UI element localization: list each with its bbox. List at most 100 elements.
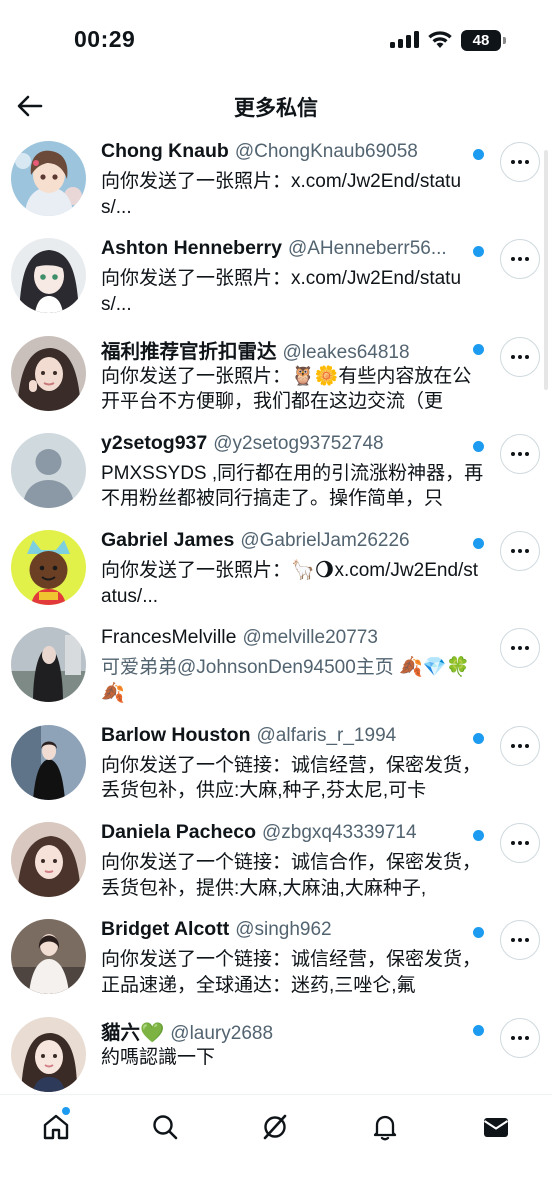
avatar[interactable] [11, 724, 86, 800]
message-preview: PMXSSYDS ,同行都在用的引流涨粉神器，再不用粉丝都被同行搞走了。操作简单… [101, 462, 484, 510]
sender-name: 福利推荐官折扣雷达 [101, 340, 277, 363]
sender-handle: @ChongKnaub69058 [234, 141, 418, 162]
conversation-row[interactable]: Bridget Alcott @singh962 向你发送了一个链接：诚信经营，保… [0, 912, 552, 1009]
page-title: 更多私信 [234, 97, 318, 120]
unread-indicator [473, 149, 484, 160]
unread-indicator [473, 440, 484, 452]
home-icon [43, 1114, 69, 1140]
ellipsis-icon [511, 1035, 515, 1040]
avatar[interactable] [11, 627, 86, 703]
ellipsis-icon [511, 257, 515, 262]
message-preview: 向你发送了一张照片：x.com/Jw2End/status/... [101, 268, 462, 315]
sender-name: y2setog937 [101, 431, 208, 454]
sender-name: FrancesMelville [101, 626, 237, 649]
nav-notifications[interactable] [359, 1107, 411, 1147]
sender-handle: @leakes64818 [282, 341, 410, 363]
message-preview: 可爱弟弟@JohnsonDen94500主页 🍂💎🍀🍂 [101, 657, 471, 704]
more-options-button[interactable] [500, 628, 540, 669]
scrollbar[interactable] [544, 150, 548, 390]
conversation-content: Ashton Henneberry @AHenneberr56... 向你发送了一… [101, 237, 487, 317]
avatar[interactable] [11, 335, 86, 411]
conversation-row[interactable]: Chong Knaub @ChongKnaub69058 向你发送了一张照片：x.… [0, 134, 552, 231]
sender-handle: @GabrielJam26226 [240, 530, 410, 552]
sender-handle: @melville20773 [242, 627, 378, 649]
message-preview: 向你发送了一张照片：x.com/Jw2End/status/... [101, 171, 462, 218]
more-options-button[interactable] [500, 433, 540, 474]
battery-indicator: 48 [461, 30, 506, 51]
sender-name: Ashton Henneberry [101, 237, 282, 260]
ellipsis-icon [511, 549, 515, 554]
conversation-content: y2setog937 @y2setog93752748 PMXSSYDS ,同行都… [101, 432, 487, 512]
avatar[interactable] [11, 530, 86, 606]
sender-name: 貓六💚 [101, 1021, 165, 1044]
sender-name: Gabriel James [101, 529, 235, 552]
conversation-row[interactable]: FrancesMelville @melville20773 可爱弟弟@Johns… [0, 620, 552, 717]
conversation-content: Gabriel James @GabrielJam26226 向你发送了一张照片：… [101, 529, 487, 609]
more-options-button[interactable] [500, 1017, 540, 1058]
sender-name: Chong Knaub [101, 140, 229, 162]
sender-handle: @zbgxq43339714 [262, 822, 417, 844]
status-bar: 00:29 48 [0, 0, 552, 80]
conversation-row[interactable]: 貓六💚 @laury2688 約嗎認識一下 [0, 1010, 552, 1094]
nav-grok[interactable] [249, 1107, 301, 1147]
ellipsis-icon [511, 841, 515, 846]
conversation-row[interactable]: Daniela Pacheco @zbgxq43339714 向你发送了一个链接：… [0, 815, 552, 912]
message-preview: 向你发送了一个链接：诚信经营，保密发货，正品速递，全球通达：迷药,三唑仑,氟 [101, 949, 482, 996]
cellular-signal-icon [390, 31, 419, 48]
message-request-list: Chong Knaub @ChongKnaub69058 向你发送了一张照片：x.… [0, 134, 552, 1094]
ellipsis-icon [511, 743, 515, 748]
sender-handle: @singh962 [235, 919, 332, 941]
message-preview: 約嗎認識一下 [101, 1046, 216, 1068]
conversation-row[interactable]: Gabriel James @GabrielJam26226 向你发送了一张照片：… [0, 523, 552, 620]
conversation-content: Barlow Houston @alfaris_r_1994 向你发送了一个链接：… [101, 724, 487, 804]
conversation-content: Daniela Pacheco @zbgxq43339714 向你发送了一个链接：… [101, 821, 487, 901]
avatar[interactable] [11, 432, 86, 508]
sender-handle: @laury2688 [170, 1022, 274, 1044]
unread-indicator [473, 732, 484, 744]
avatar[interactable] [11, 141, 86, 216]
more-options-button[interactable] [500, 823, 540, 864]
ellipsis-icon [511, 160, 515, 164]
message-preview: 向你发送了一张照片：🦉🌼有些内容放在公开平台不方便聊，我们都在这边交流（更 [101, 365, 472, 413]
sender-handle: @y2setog93752748 [213, 432, 384, 454]
nav-home[interactable] [30, 1107, 82, 1147]
avatar[interactable] [11, 1016, 86, 1092]
notification-dot [62, 1107, 70, 1115]
conversation-content: 福利推荐官折扣雷达 @leakes64818 向你发送了一张照片：🦉🌼有些内容放在… [101, 335, 487, 415]
conversation-row[interactable]: 福利推荐官折扣雷达 @leakes64818 向你发送了一张照片：🦉🌼有些内容放在… [0, 329, 552, 426]
sender-name: Bridget Alcott [101, 918, 230, 941]
more-options-button[interactable] [500, 239, 540, 280]
nav-search[interactable] [139, 1107, 191, 1147]
more-options-button[interactable] [500, 531, 540, 572]
more-options-button[interactable] [500, 336, 540, 377]
message-preview: 向你发送了一个链接：诚信合作，保密发货，丢货包补，提供:大麻,大麻油,大麻种子, [101, 852, 482, 899]
avatar[interactable] [11, 919, 86, 995]
wifi-icon [428, 31, 452, 48]
avatar[interactable] [11, 238, 86, 314]
unread-indicator [473, 343, 484, 355]
unread-indicator [473, 830, 484, 842]
message-preview: 向你发送了一个链接：诚信经营，保密发货，丢货包补，供应:大麻,种子,芬太尼,可卡 [101, 754, 482, 802]
unread-indicator [473, 1024, 484, 1036]
nav-messages[interactable] [470, 1107, 522, 1147]
sender-name: Daniela Pacheco [101, 821, 256, 844]
default-person-icon [11, 432, 86, 508]
ellipsis-icon [511, 938, 515, 943]
more-options-button[interactable] [500, 725, 540, 766]
ellipsis-icon [511, 646, 515, 651]
battery-level: 48 [472, 32, 490, 49]
conversation-row[interactable]: Barlow Houston @alfaris_r_1994 向你发送了一个链接：… [0, 718, 552, 815]
more-options-button[interactable] [500, 920, 540, 961]
more-options-button[interactable] [500, 142, 540, 182]
avatar[interactable] [11, 822, 86, 898]
search-icon [153, 1115, 178, 1140]
status-time: 00:29 [74, 26, 136, 52]
sender-name: Barlow Houston [101, 723, 251, 746]
ellipsis-icon [511, 451, 515, 456]
sender-handle: @AHenneberr56... [287, 238, 447, 260]
conversation-content: Chong Knaub @ChongKnaub69058 向你发送了一张照片：x.… [101, 140, 487, 220]
conversation-content: 貓六💚 @laury2688 約嗎認識一下 [101, 1016, 487, 1071]
conversation-row[interactable]: Ashton Henneberry @AHenneberr56... 向你发送了一… [0, 231, 552, 328]
conversation-row[interactable]: y2setog937 @y2setog93752748 PMXSSYDS ,同行都… [0, 426, 552, 523]
bottom-navigation [0, 1094, 552, 1200]
